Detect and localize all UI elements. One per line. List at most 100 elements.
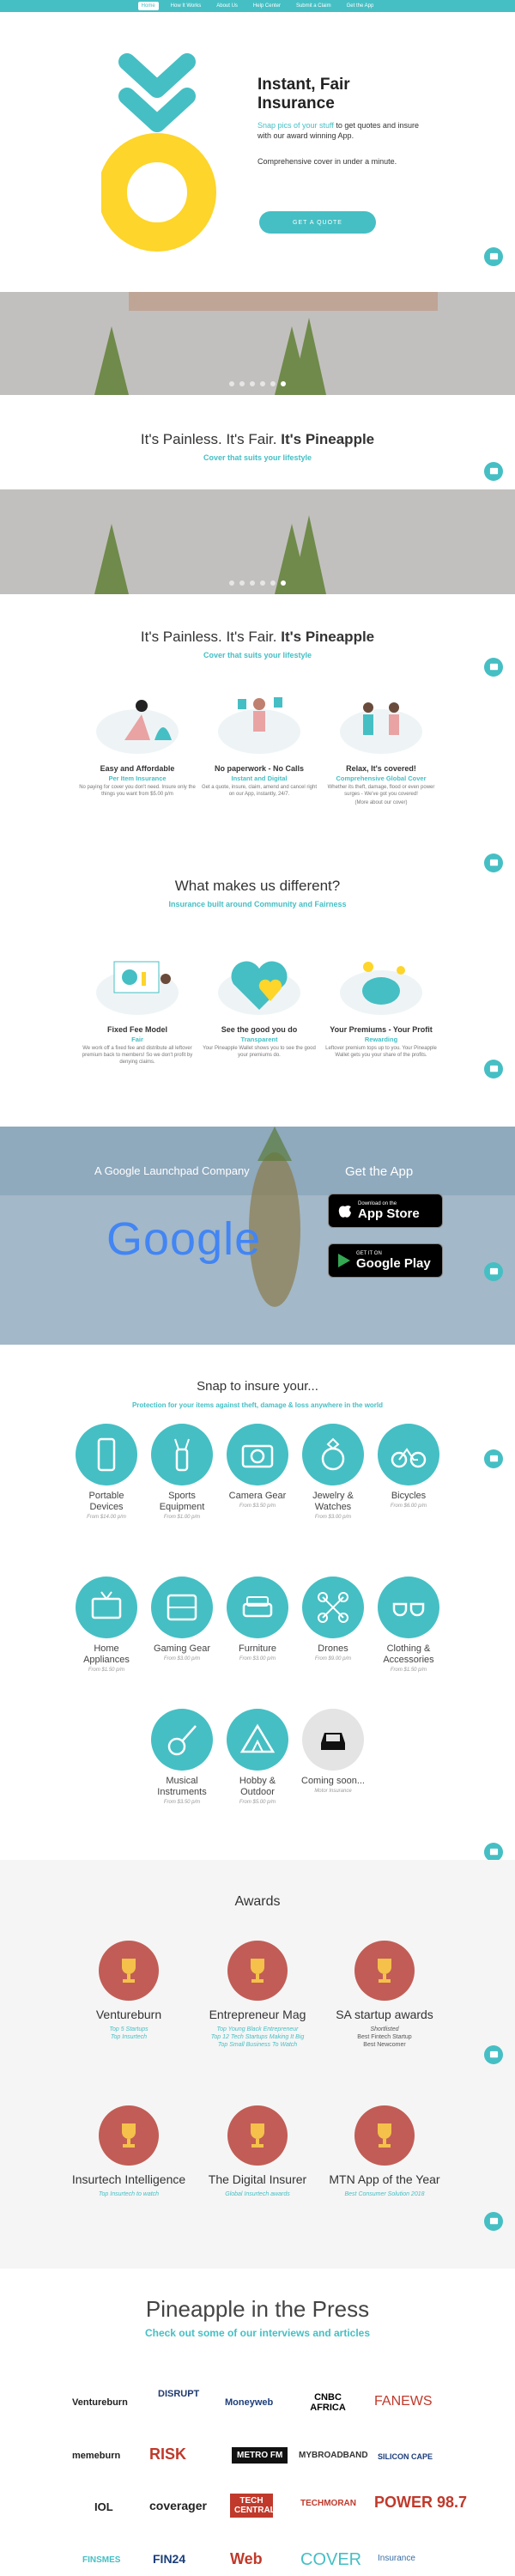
feature-body: No paying for cover you don't need. Insu…: [79, 785, 196, 797]
press-logo-finsmes[interactable]: FINSMES: [82, 2555, 120, 2565]
carousel-dot[interactable]: [281, 381, 286, 386]
feature-no-paperwork: No paperwork - No Calls Instant and Digi…: [199, 689, 319, 798]
press-logo-silicon-cape[interactable]: SILICON CAPE: [378, 2452, 433, 2461]
carousel-dot[interactable]: [239, 580, 245, 586]
nav-home[interactable]: Home: [137, 2, 159, 10]
google-logo: Google: [106, 1212, 261, 1266]
press-logo-coverager[interactable]: coverager: [149, 2499, 207, 2512]
category-drones[interactable]: Drones From $9.00 p/m: [300, 1577, 366, 1662]
chat-button[interactable]: [484, 2212, 503, 2231]
award-name: Entrepreneur Mag: [209, 2008, 306, 2021]
diff-title: See the good you do: [221, 1025, 298, 1034]
award-entrepreneur-mag: Entrepreneur Mag Top Young Black Entrepre…: [197, 1941, 318, 2049]
press-logo-ventureburn[interactable]: Ventureburn: [72, 2397, 128, 2408]
nav-about-us[interactable]: About Us: [213, 2, 241, 10]
chat-button[interactable]: [484, 462, 503, 481]
category-musical-instruments[interactable]: Musical Instruments From $3.50 p/m: [149, 1709, 215, 1805]
category-sports-equipment[interactable]: Sports Equipment From $1.00 p/m: [149, 1424, 215, 1520]
category-furniture[interactable]: Furniture From $3.00 p/m: [225, 1577, 290, 1662]
category-clothing[interactable]: Clothing & Accessories From $1.50 p/m: [376, 1577, 441, 1673]
press-logo-iol[interactable]: IOL: [94, 2500, 113, 2513]
nav-get-app[interactable]: Get the App: [343, 2, 378, 10]
pineapple-banner: [0, 292, 515, 395]
category-bicycles[interactable]: Bicycles From $6.00 p/m: [376, 1424, 441, 1509]
google-play-button[interactable]: GET IT ON Google Play: [328, 1243, 443, 1278]
trophy-icon: [378, 1959, 391, 1983]
press-logo-tech-central[interactable]: TECH CENTRAL: [230, 2494, 276, 2518]
carousel-dot[interactable]: [281, 580, 286, 586]
car-icon: [321, 1733, 345, 1750]
category-coming-soon: Coming soon... Motor Insurance: [300, 1709, 366, 1794]
press-logo-fanews[interactable]: FANEWS: [374, 2394, 433, 2409]
category-gaming-gear[interactable]: Gaming Gear From $3.00 p/m: [149, 1577, 215, 1662]
chat-button[interactable]: [484, 1449, 503, 1468]
press-logo-insurance[interactable]: Insurance: [378, 2554, 415, 2563]
chat-button[interactable]: [484, 2045, 503, 2064]
category-hobby-outdoor[interactable]: Hobby & Outdoor From $5.00 p/m: [225, 1709, 290, 1805]
press-sub: Check out some of our interviews and art…: [144, 2327, 371, 2339]
chat-button[interactable]: [484, 1262, 503, 1281]
award-desc: Top Insurtech: [110, 2034, 148, 2040]
category-name: Gaming Gear: [153, 1643, 211, 1654]
app-store-button[interactable]: Download on the App Store: [328, 1194, 443, 1228]
category-name: Musical Instruments: [157, 1776, 207, 1797]
press-logo-cnbc[interactable]: CNBC AFRICA: [306, 2392, 350, 2413]
category-price: From $5.00 p/m: [239, 1800, 276, 1805]
carousel-dot[interactable]: [229, 580, 234, 586]
chart-board-illustration: [96, 961, 179, 1015]
diff-body: We work off a fixed fee and distribute a…: [82, 1046, 193, 1065]
nav-how-it-works[interactable]: How It Works: [167, 2, 205, 10]
chat-icon: [489, 663, 498, 670]
google-wordmark: Google: [106, 1213, 262, 1265]
category-price: From $3.50 p/m: [239, 1504, 276, 1509]
press-logo-moneyweb[interactable]: Moneyweb: [225, 2397, 273, 2408]
press-logo-power[interactable]: POWER 98.7: [374, 2494, 467, 2512]
carousel-dot[interactable]: [250, 381, 255, 386]
pineapple-banner: [0, 489, 515, 594]
press-logo-memeburn[interactable]: memeburn: [72, 2451, 120, 2461]
hero-title: Instant, Fair Insurance: [258, 76, 350, 112]
press-logo-disrupt[interactable]: DISRUPT: [158, 2389, 199, 2399]
carousel-dot[interactable]: [260, 580, 265, 586]
press-logo-metro-fm[interactable]: METRO FM: [232, 2447, 288, 2464]
hero-cover-text: Comprehensive cover in under a minute.: [258, 157, 397, 166]
nav-help-center[interactable]: Help Center: [250, 2, 284, 10]
carousel-dot[interactable]: [270, 580, 276, 586]
carousel-dot[interactable]: [250, 580, 255, 586]
carousel-dot[interactable]: [270, 381, 276, 386]
chat-button[interactable]: [484, 854, 503, 872]
chat-button[interactable]: [484, 658, 503, 677]
phone-icon: [97, 1437, 116, 1472]
press-logo-web[interactable]: Web: [230, 2550, 263, 2568]
more-about-cover-link[interactable]: (More about our cover): [321, 799, 441, 806]
carousel-dot[interactable]: [229, 381, 234, 386]
feature-title: Relax, It's covered!: [346, 764, 416, 773]
press-logo-risk[interactable]: RISK: [149, 2445, 186, 2464]
get-quote-button[interactable]: GET A QUOTE: [259, 211, 376, 234]
category-jewelry[interactable]: Jewelry & Watches From $3.00 p/m: [300, 1424, 366, 1520]
drone-icon: [318, 1592, 348, 1623]
different-sub: Insurance built around Community and Fai…: [168, 900, 347, 908]
category-price: From $3.50 p/m: [163, 1800, 201, 1805]
award-desc: Shortlisted: [370, 2026, 399, 2032]
game-console-icon: [167, 1594, 197, 1621]
category-home-appliances[interactable]: Home Appliances From $1.50 p/m: [74, 1577, 139, 1673]
chat-button[interactable]: [484, 247, 503, 266]
chat-button[interactable]: [484, 1843, 503, 1862]
category-portable-devices[interactable]: Portable Devices From $14.00 p/m: [74, 1424, 139, 1520]
slogan-strong: It's Pineapple: [281, 629, 375, 645]
award-detail: Best Fintech Startup: [357, 2034, 412, 2040]
nav-submit-claim[interactable]: Submit a Claim: [293, 2, 335, 10]
chat-button[interactable]: [484, 1060, 503, 1078]
press-logo-mybroadband[interactable]: MYBROADBAND: [299, 2451, 368, 2460]
category-name: Camera Gear: [228, 1491, 287, 1501]
press-title: Pineapple in the Press: [145, 2296, 370, 2322]
press-logo-fin24[interactable]: FIN24: [153, 2552, 185, 2566]
press-logo-cover[interactable]: COVER: [300, 2550, 361, 2570]
category-name: Clothing & Accessories: [383, 1643, 434, 1665]
category-camera-gear[interactable]: Camera Gear From $3.50 p/m: [225, 1424, 290, 1509]
carousel-dot[interactable]: [239, 381, 245, 386]
press-logo-techmoran[interactable]: TECHMORAN: [300, 2499, 356, 2508]
sunglasses-icon: [392, 1602, 425, 1617]
carousel-dot[interactable]: [260, 381, 265, 386]
